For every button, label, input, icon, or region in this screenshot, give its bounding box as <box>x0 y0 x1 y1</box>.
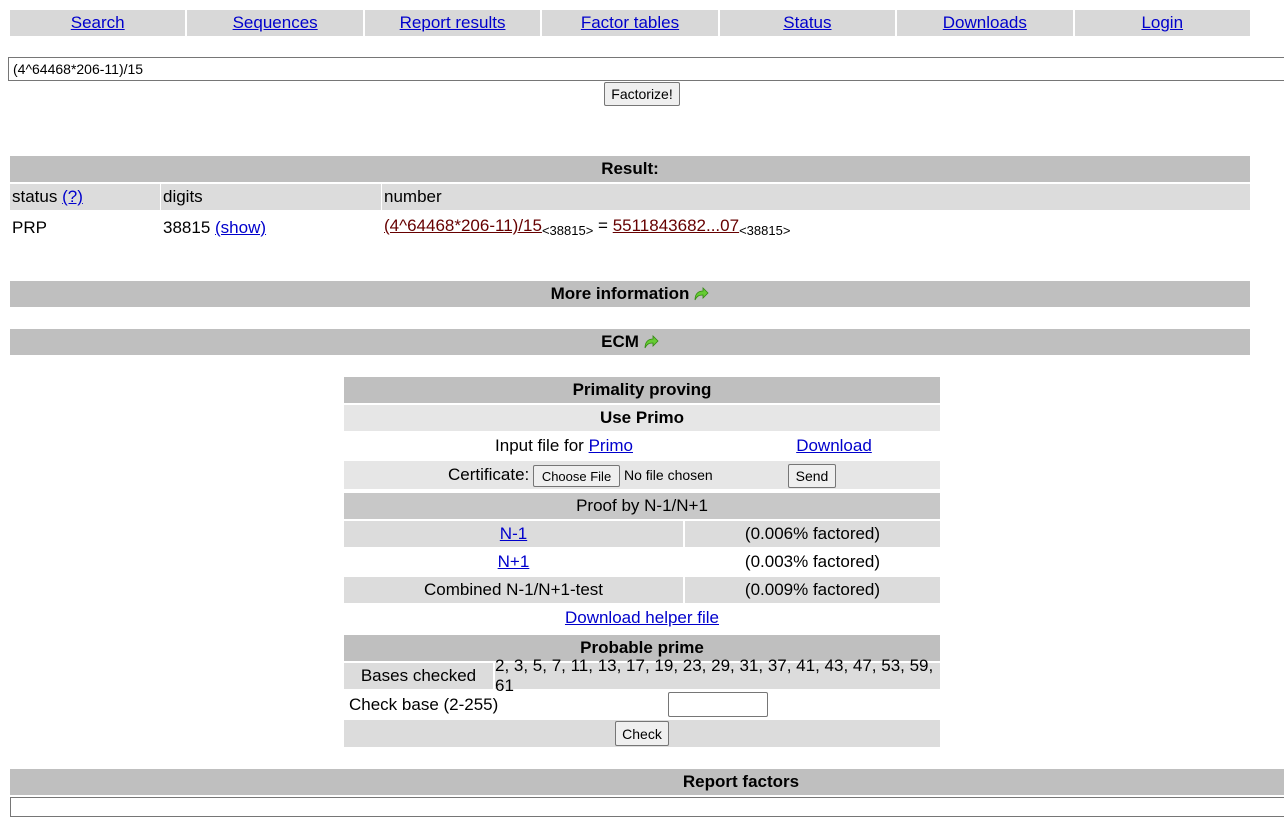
number-column-header: number <box>382 184 1250 210</box>
expression-digits: <38815> <box>541 222 594 238</box>
nav-downloads: Downloads <box>897 10 1073 36</box>
more-information-bar[interactable]: More information <box>10 281 1250 307</box>
download-cell: Download <box>784 433 884 459</box>
factorize-button[interactable]: Factorize! <box>604 82 680 106</box>
no-file-chosen-text: No file chosen <box>624 467 713 483</box>
n-plus-1-cell: N+1 <box>344 549 683 575</box>
combined-test-value: (0.009% factored) <box>685 577 940 603</box>
report-factors-input[interactable] <box>10 797 1284 817</box>
number-input[interactable] <box>8 57 1284 81</box>
send-button[interactable]: Send <box>788 464 836 488</box>
ecm-bar[interactable]: ECM <box>10 329 1250 355</box>
nav-link-status[interactable]: Status <box>783 13 831 33</box>
nav-factor-tables: Factor tables <box>542 10 718 36</box>
n-plus-1-link[interactable]: N+1 <box>498 552 530 572</box>
n-plus-1-value: (0.003% factored) <box>744 552 881 571</box>
equals-sign: = <box>598 216 608 235</box>
bases-checked-value: 2, 3, 5, 7, 11, 13, 17, 19, 23, 29, 31, … <box>495 656 940 695</box>
number-cell: (4^64468*206-11)/15 <38815> = 5511843682.… <box>382 212 1250 240</box>
primo-link[interactable]: Primo <box>589 436 633 456</box>
status-value: PRP <box>12 218 47 237</box>
n-minus-1-cell: N-1 <box>344 521 683 547</box>
status-help-link[interactable]: (?) <box>62 187 83 207</box>
value-link[interactable]: 5511843682...07 <box>613 216 739 236</box>
digits-value: 38815 <box>163 218 211 237</box>
check-base-label: Check base (2-255) <box>349 695 499 714</box>
choose-file-button[interactable]: Choose File <box>533 465 620 487</box>
input-file-text: Input file for <box>495 436 584 455</box>
nav-login: Login <box>1074 10 1250 36</box>
certificate-label: Certificate: <box>448 465 530 484</box>
bases-checked-label: Bases checked <box>344 663 493 689</box>
value-digits: <38815> <box>739 222 791 238</box>
green-arrow-icon[interactable] <box>693 287 709 301</box>
digits-column-header: digits <box>161 184 381 210</box>
show-digits-link[interactable]: (show) <box>215 218 266 238</box>
top-nav: Search Sequences Report results Factor t… <box>10 10 1250 36</box>
nav-link-search[interactable]: Search <box>71 13 125 33</box>
nav-link-report-results[interactable]: Report results <box>400 13 506 33</box>
result-header: Result: <box>10 156 1250 182</box>
nav-search: Search <box>10 10 186 36</box>
download-link[interactable]: Download <box>796 436 872 456</box>
download-helper-file-link[interactable]: Download helper file <box>565 608 719 628</box>
n-minus-1-link[interactable]: N-1 <box>500 524 527 544</box>
nav-link-sequences[interactable]: Sequences <box>233 13 318 33</box>
combined-test-label: Combined N-1/N+1-test <box>344 577 683 603</box>
nav-link-factor-tables[interactable]: Factor tables <box>581 13 679 33</box>
primo-input-cell: Input file for Primo <box>344 433 784 459</box>
nav-link-downloads[interactable]: Downloads <box>943 13 1027 33</box>
use-primo-header: Use Primo <box>344 405 940 431</box>
n-minus-1-value: (0.006% factored) <box>685 521 940 547</box>
nav-status: Status <box>719 10 896 36</box>
digits-cell: 38815 (show) <box>161 214 381 242</box>
check-button[interactable]: Check <box>615 721 669 746</box>
report-factors-label: Report factors <box>682 772 800 791</box>
check-base-input[interactable] <box>668 692 768 717</box>
proof-header: Proof by N-1/N+1 <box>344 493 940 519</box>
primality-proving-header: Primality proving <box>344 377 940 403</box>
status-header-label: status <box>12 187 58 206</box>
ecm-label: ECM <box>601 332 639 351</box>
expression-link[interactable]: (4^64468*206-11)/15 <box>384 216 542 236</box>
helper-file-cell: Download helper file <box>344 605 940 631</box>
status-column-header: status (?) <box>10 184 160 210</box>
more-information-label: More information <box>550 284 690 303</box>
green-arrow-icon[interactable] <box>643 335 659 349</box>
nav-sequences: Sequences <box>187 10 363 36</box>
report-factors-header: Report factors <box>10 769 1284 795</box>
nav-report-results: Report results <box>364 10 541 36</box>
nav-link-login[interactable]: Login <box>1141 13 1183 33</box>
